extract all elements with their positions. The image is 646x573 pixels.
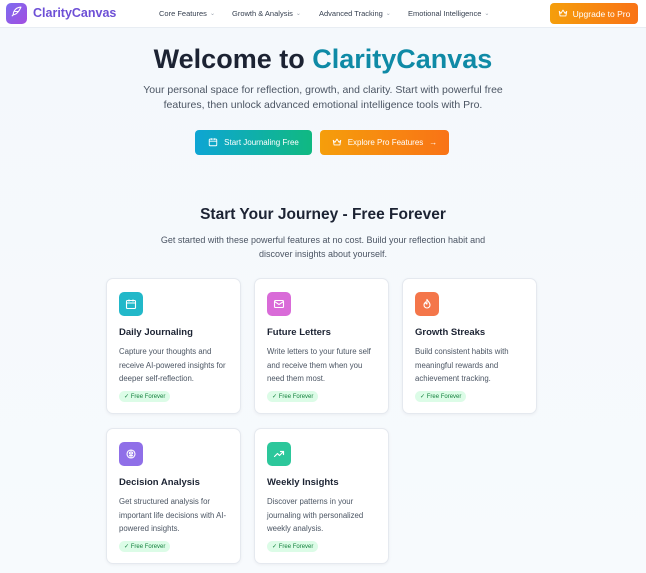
chevron-down-icon: ⌄ <box>209 11 215 17</box>
crown-icon <box>332 137 342 149</box>
brand-name[interactable]: ClarityCanvas <box>33 6 116 20</box>
nav-item-label: Advanced Tracking <box>319 9 383 18</box>
free-forever-badge: ✓ Free Forever <box>267 541 319 552</box>
nav-item-label: Growth & Analysis <box>232 9 293 18</box>
feature-card-growth-streaks[interactable]: Growth Streaks Build consistent habits w… <box>402 278 537 414</box>
feature-card-weekly-insights[interactable]: Weekly Insights Discover patterns in you… <box>254 428 389 564</box>
nav-core-features[interactable]: Core Features ⌄ <box>159 9 215 18</box>
feature-card-future-letters[interactable]: Future Letters Write letters to your fut… <box>254 278 389 414</box>
chevron-down-icon: ⌄ <box>484 11 490 17</box>
start-journaling-label: Start Journaling Free <box>224 138 299 147</box>
free-forever-badge: ✓ Free Forever <box>119 541 171 552</box>
card-description: Get structured analysis for important li… <box>119 497 227 533</box>
card-description: Write letters to your future self and re… <box>267 347 371 383</box>
feather-pen-icon <box>10 5 23 23</box>
card-description: Capture your thoughts and receive AI-pow… <box>119 347 226 383</box>
chevron-down-icon: ⌄ <box>295 11 301 17</box>
explore-pro-button[interactable]: Explore Pro Features → <box>320 130 449 155</box>
mail-icon <box>267 292 291 316</box>
explore-pro-label: Explore Pro Features <box>347 138 424 147</box>
nav-item-label: Emotional Intelligence <box>408 9 482 18</box>
arrow-right-icon: → <box>429 138 438 147</box>
hero-subtitle: Your personal space for reflection, grow… <box>143 84 503 111</box>
hero-title: Welcome to ClarityCanvas <box>0 44 646 75</box>
hero-title-accent: ClarityCanvas <box>312 44 493 74</box>
hero-title-prefix: Welcome to <box>153 44 313 74</box>
trending-up-icon <box>267 442 291 466</box>
calendar-icon <box>208 137 218 149</box>
brain-icon <box>119 442 143 466</box>
start-journaling-button[interactable]: Start Journaling Free <box>195 130 312 155</box>
nav-item-label: Core Features <box>159 9 207 18</box>
feature-card-decision-analysis[interactable]: Decision Analysis Get structured analysi… <box>106 428 241 564</box>
chevron-down-icon: ⌄ <box>385 11 391 17</box>
section-title: Start Your Journey - Free Forever <box>200 206 446 223</box>
calendar-icon <box>119 292 143 316</box>
crown-icon <box>558 8 568 20</box>
free-forever-badge: ✓ Free Forever <box>267 391 319 402</box>
upgrade-to-pro-button[interactable]: Upgrade to Pro <box>550 3 638 24</box>
card-title: Daily Journaling <box>119 327 193 338</box>
logo[interactable] <box>6 3 27 24</box>
nav-growth-analysis[interactable]: Growth & Analysis ⌄ <box>232 9 301 18</box>
card-title: Growth Streaks <box>415 327 486 338</box>
free-forever-badge: ✓ Free Forever <box>415 391 467 402</box>
card-description: Discover patterns in your journaling wit… <box>267 497 364 533</box>
top-navbar: ClarityCanvas Core Features ⌄ Growth & A… <box>0 0 646 28</box>
card-description: Build consistent habits with meaningful … <box>415 347 509 383</box>
free-forever-badge: ✓ Free Forever <box>119 391 171 402</box>
card-title: Future Letters <box>267 327 331 338</box>
nav-advanced-tracking[interactable]: Advanced Tracking ⌄ <box>319 9 391 18</box>
feature-card-daily-journaling[interactable]: Daily Journaling Capture your thoughts a… <box>106 278 241 414</box>
card-title: Weekly Insights <box>267 477 339 488</box>
flame-icon <box>415 292 439 316</box>
nav-emotional-intelligence[interactable]: Emotional Intelligence ⌄ <box>408 9 489 18</box>
upgrade-label: Upgrade to Pro <box>572 8 631 19</box>
card-title: Decision Analysis <box>119 477 200 488</box>
section-subtitle: Get started with these powerful features… <box>160 235 486 259</box>
